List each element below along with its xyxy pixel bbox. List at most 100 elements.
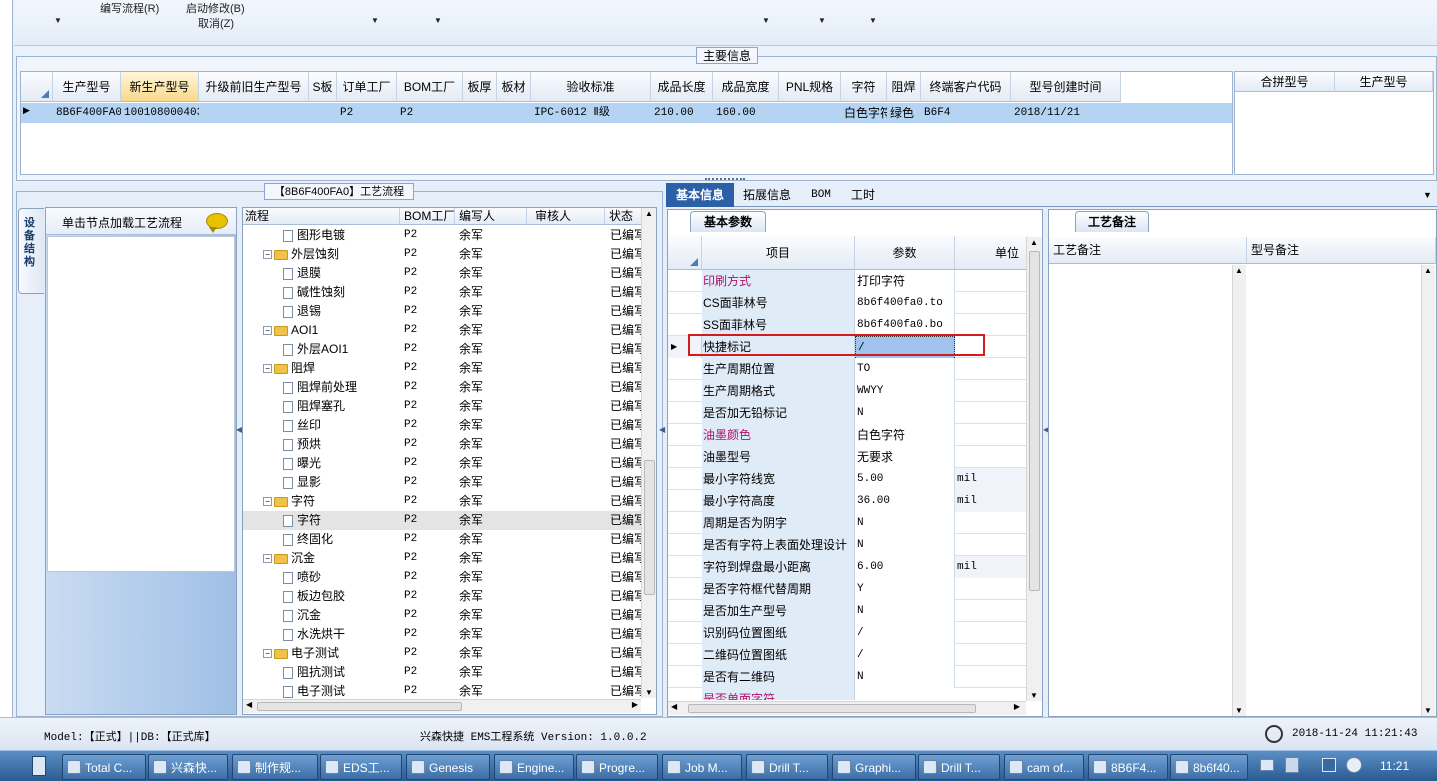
taskbar-button[interactable]: 制作规... [232,754,318,780]
tree-row[interactable]: 退膜 P2 余军 已编写 [243,264,642,283]
tab-bom[interactable]: BOM [800,183,842,207]
tree-row[interactable]: 字符 P2 余军 已编写 [243,511,642,530]
taskbar-button[interactable]: cam of... [1004,754,1084,780]
vertical-scrollbar[interactable]: ▲ ▼ [641,208,656,698]
param-row[interactable]: 是否有字符上表面处理设计 N [668,534,1028,556]
column-header[interactable]: 阻焊 [887,72,921,102]
table-cell[interactable]: 绿色 [887,103,921,123]
taskbar-button[interactable]: Job M... [662,754,742,780]
tree-row[interactable]: 丝印 P2 余军 已编写 [243,416,642,435]
taskbar-button[interactable]: 8b6f40... [1170,754,1248,780]
chat-bubble-icon[interactable] [206,213,228,233]
param-row[interactable]: 油墨型号 无要求 [668,446,1028,468]
taskbar-button[interactable]: 兴森快... [148,754,228,780]
param-row[interactable]: 是否加生产型号 N [668,600,1028,622]
column-header[interactable]: 板材 [497,72,531,102]
table-cell[interactable] [199,103,309,123]
tree-row[interactable]: 碱性蚀刻 P2 余军 已编写 [243,283,642,302]
table-cell[interactable]: 210.00 [651,103,713,123]
dropdown-arrow-icon[interactable]: ▼ [762,16,770,25]
speaker-icon[interactable] [1346,757,1362,773]
start-icon[interactable] [32,756,46,776]
collapse-icon[interactable]: − [263,497,272,507]
param-row[interactable]: 印刷方式 打印字符 [668,270,1028,292]
tree-row[interactable]: − 电子测试 P2 余军 已编写 [243,644,642,663]
taskbar-button[interactable]: Engine... [494,754,574,780]
column-header[interactable]: 字符 [841,72,887,102]
node-list[interactable] [47,236,235,572]
tree-row[interactable]: 图形电镀 P2 余军 已编写 [243,226,642,245]
tree-row[interactable]: 外层AOI1 P2 余军 已编写 [243,340,642,359]
table-cell[interactable]: 白色字符 [841,103,887,123]
dropdown-arrow-icon[interactable]: ▼ [818,16,826,25]
param-value[interactable]: N [855,600,955,622]
column-header[interactable]: 参数 [855,236,955,270]
column-header[interactable]: 生产型号 [1335,72,1433,92]
table-cell[interactable] [497,103,531,123]
table-cell[interactable]: B6F4 [921,103,1011,123]
column-header[interactable]: 终端客户代码 [921,72,1011,102]
taskbar-button[interactable]: Drill T... [746,754,828,780]
param-row[interactable]: 油墨颜色 白色字符 [668,424,1028,446]
param-value[interactable]: 5.00 [855,468,955,490]
table-cell[interactable] [309,103,337,123]
column-header[interactable]: BOM工厂 [397,72,463,102]
menu-cancel[interactable]: 取消(Z) [198,15,234,31]
table-cell[interactable]: IPC-6012 Ⅱ级 [531,103,651,123]
column-header[interactable]: 编写人 [455,208,527,225]
table-cell[interactable]: 2018/11/21 [1011,103,1121,123]
taskbar-button[interactable]: Drill T... [918,754,1000,780]
param-row[interactable]: 是否单面字符 [668,688,1028,700]
column-header[interactable]: S板 [309,72,337,102]
collapse-icon[interactable]: − [263,250,272,260]
column-header[interactable]: BOM工厂 [400,208,455,225]
column-header[interactable]: 生产型号 [53,72,121,102]
column-header[interactable]: 验收标准 [531,72,651,102]
tree-row[interactable]: 喷砂 P2 余军 已编写 [243,568,642,587]
menu-start-modify[interactable]: 启动修改(B) [186,0,245,16]
tree-row[interactable]: 显影 P2 余军 已编写 [243,473,642,492]
column-header[interactable]: 型号备注 [1247,237,1436,264]
tree-row[interactable]: 退锡 P2 余军 已编写 [243,302,642,321]
collapse-icon[interactable]: − [263,326,272,336]
tree-row[interactable]: − 阻焊 P2 余军 已编写 [243,359,642,378]
tab-process-notes[interactable]: 工艺备注 [1075,211,1149,232]
tree-row[interactable]: 板边包胶 P2 余军 已编写 [243,587,642,606]
param-value[interactable]: TO [855,358,955,380]
tab-basic-params[interactable]: 基本参数 [690,211,766,232]
param-value[interactable]: / [855,622,955,644]
param-value[interactable]: 6.00 [855,556,955,578]
param-row[interactable]: SS面菲林号 8b6f400fa0.bo [668,314,1028,336]
table-cell[interactable]: 8B6F400FA0 [53,103,121,123]
dropdown-arrow-icon[interactable]: ▼ [434,16,442,25]
param-value[interactable]: 8b6f400fa0.bo [855,314,955,336]
param-value[interactable]: WWYY [855,380,955,402]
taskbar-clock[interactable]: 11:21 [1380,759,1409,773]
param-value[interactable]: N [855,534,955,556]
tab-work-hours[interactable]: 工时 [842,183,884,207]
param-row[interactable]: CS面菲林号 8b6f400fa0.to [668,292,1028,314]
param-value[interactable]: Y [855,578,955,600]
tab-extended-info[interactable]: 拓展信息 [736,183,798,207]
taskbar-button[interactable]: Total C... [62,754,146,780]
param-row[interactable]: 是否加无铅标记 N [668,402,1028,424]
column-header[interactable]: 工艺备注 [1049,237,1247,264]
column-header[interactable]: 项目 [702,236,855,270]
device-icon[interactable] [1285,757,1299,773]
column-header[interactable]: 状态 [605,208,642,225]
column-header[interactable]: 订单工厂 [337,72,397,102]
column-header[interactable]: 型号创建时间 [1011,72,1121,102]
param-row[interactable]: 二维码位置图纸 / [668,644,1028,666]
grid-corner[interactable] [21,72,53,102]
param-value[interactable]: 8b6f400fa0.to [855,292,955,314]
param-value[interactable]: 无要求 [855,446,955,468]
param-row[interactable]: 是否字符框代替周期 Y [668,578,1028,600]
collapse-icon[interactable]: − [263,554,272,564]
param-row[interactable]: 最小字符高度 36.00 mil [668,490,1028,512]
param-row[interactable]: 是否有二维码 N [668,666,1028,688]
tree-row[interactable]: 阻抗测试 P2 余军 已编写 [243,663,642,682]
param-value[interactable]: / [855,644,955,666]
vertical-scrollbar[interactable]: ▲ ▼ [1026,237,1042,701]
dropdown-arrow-icon[interactable]: ▼ [54,16,62,25]
vertical-scrollbar[interactable]: ▲ ▼ [1421,265,1435,716]
